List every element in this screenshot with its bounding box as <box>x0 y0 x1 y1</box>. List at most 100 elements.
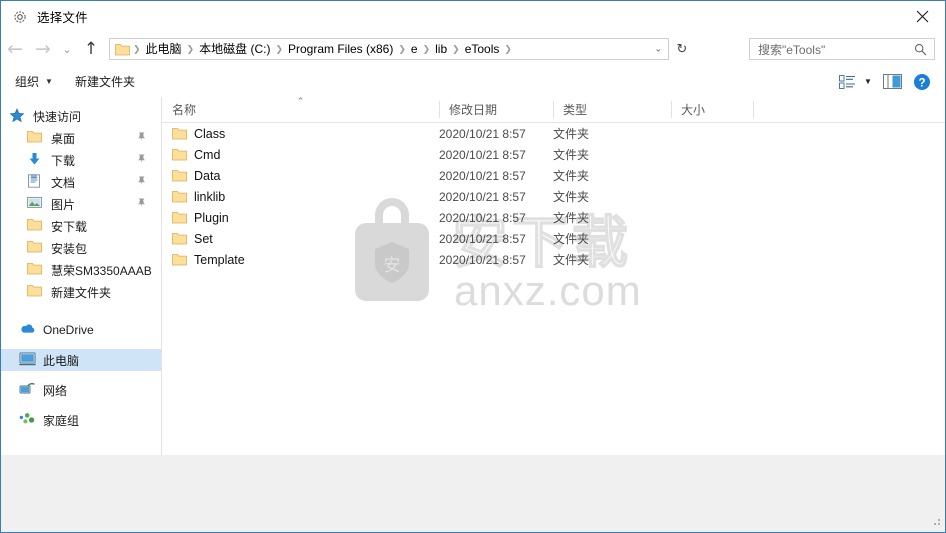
command-toolbar: 组织 ▼ 新建文件夹 ▼ ? <box>1 66 945 97</box>
folder-icon <box>172 211 187 224</box>
sidebar-item-label: 文档 <box>51 175 76 190</box>
file-name-cell: Set <box>172 232 213 246</box>
file-date-cell: 2020/10/21 8:57 <box>439 252 526 267</box>
breadcrumb-item-1[interactable]: 本地磁盘 (C:) <box>195 39 274 59</box>
file-name-label: linklib <box>194 189 226 204</box>
column-header-date[interactable]: 修改日期 <box>439 97 553 122</box>
file-date-cell: 2020/10/21 8:57 <box>439 231 526 246</box>
sidebar-item-pictures[interactable]: 图片 <box>1 193 161 215</box>
table-row[interactable]: Template 2020/10/21 8:57 文件夹 <box>162 249 945 270</box>
new-folder-button[interactable]: 新建文件夹 <box>67 70 143 93</box>
file-type-cell: 文件夹 <box>553 253 590 267</box>
file-list: ⌃ 名称 修改日期 类型 大小 安 安下载 anxz.com Class 202… <box>162 96 945 455</box>
preview-pane-icon[interactable] <box>877 70 907 94</box>
view-options-icon[interactable] <box>835 70 859 94</box>
folder-icon <box>172 253 187 266</box>
sidebar-item-network[interactable]: 网络 <box>1 379 161 401</box>
sidebar-item-downloads[interactable]: 下载 <box>1 149 161 171</box>
table-row[interactable]: Plugin 2020/10/21 8:57 文件夹 <box>162 207 945 228</box>
sidebar-item-this-pc[interactable]: 此电脑 <box>1 349 161 371</box>
file-type-cell: 文件夹 <box>553 232 590 246</box>
column-header-label: 大小 <box>681 103 706 117</box>
address-bar[interactable]: ❯ 此电脑 ❯ 本地磁盘 (C:) ❯ Program Files (x86) … <box>109 38 669 60</box>
new-folder-label: 新建文件夹 <box>74 75 135 89</box>
search-box[interactable]: 搜索"eTools" <box>749 38 935 60</box>
file-name-cell: Class <box>172 127 225 141</box>
table-row[interactable]: linklib 2020/10/21 8:57 文件夹 <box>162 186 945 207</box>
sidebar-item-label: OneDrive <box>43 323 94 337</box>
recent-locations-button[interactable]: ⌄ <box>57 34 77 64</box>
pin-icon[interactable] <box>136 175 147 189</box>
sidebar-item-label: 安装包 <box>51 241 88 256</box>
search-input[interactable]: 搜索"eTools" <box>758 41 825 58</box>
column-header-label: 类型 <box>563 103 588 117</box>
column-header-name[interactable]: ⌃ 名称 <box>162 96 439 122</box>
organize-label: 组织 <box>15 75 40 89</box>
breadcrumb-item-4[interactable]: lib <box>431 39 451 59</box>
sidebar-item-homegroup[interactable]: 家庭组 <box>1 409 161 431</box>
table-row[interactable]: Data 2020/10/21 8:57 文件夹 <box>162 165 945 186</box>
organize-button[interactable]: 组织 ▼ <box>7 70 61 93</box>
toolbar-right-group: ▼ ? <box>835 66 937 97</box>
breadcrumb-separator: ❯ <box>133 43 141 54</box>
breadcrumb-item-0[interactable]: 此电脑 <box>142 39 186 59</box>
close-button[interactable] <box>899 1 945 31</box>
file-name-cell: Cmd <box>172 148 220 162</box>
table-row[interactable]: Set 2020/10/21 8:57 文件夹 <box>162 228 945 249</box>
pin-icon[interactable] <box>136 131 147 145</box>
breadcrumb-item-2[interactable]: Program Files (x86) <box>284 39 397 59</box>
sidebar-group-label: 快速访问 <box>33 109 82 124</box>
chevron-down-icon: ⌄ <box>62 42 72 56</box>
sidebar-item-new-folder[interactable]: 新建文件夹 <box>1 281 161 303</box>
file-type-cell: 文件夹 <box>553 211 590 225</box>
file-name-label: Set <box>194 231 213 246</box>
breadcrumb-separator: ❯ <box>186 43 195 54</box>
breadcrumb-item-5[interactable]: eTools <box>461 39 504 59</box>
sort-ascending-icon: ⌃ <box>296 96 305 106</box>
sidebar-item-label: 慧荣SM3350AAAB <box>51 263 152 278</box>
folder-icon <box>172 232 187 245</box>
column-divider[interactable] <box>753 101 754 118</box>
column-header-type[interactable]: 类型 <box>553 97 671 122</box>
sidebar-group-quick-access[interactable]: 快速访问 <box>1 105 161 127</box>
sidebar-item-label: 桌面 <box>51 131 76 146</box>
view-options-dropdown-icon[interactable]: ▼ <box>859 70 877 94</box>
pin-icon[interactable] <box>136 197 147 211</box>
help-icon[interactable]: ? <box>907 70 937 94</box>
search-icon <box>914 43 927 59</box>
folder-icon <box>27 130 45 146</box>
refresh-button[interactable]: ↻ <box>671 38 693 60</box>
folder-icon <box>115 43 130 56</box>
column-header-label: 名称 <box>172 103 197 117</box>
pin-icon[interactable] <box>136 153 147 167</box>
sidebar-item-onedrive[interactable]: OneDrive <box>1 319 161 341</box>
file-date-cell: 2020/10/21 8:57 <box>439 210 526 225</box>
star-icon <box>9 108 27 124</box>
sidebar-item-desktop[interactable]: 桌面 <box>1 127 161 149</box>
download-icon <box>27 152 45 168</box>
column-header-size[interactable]: 大小 <box>671 97 753 122</box>
sidebar-item-sm3350aaab[interactable]: 慧荣SM3350AAAB <box>1 259 161 281</box>
forward-button[interactable]: → <box>29 34 57 64</box>
address-dropdown-icon[interactable]: ⌄ <box>654 44 662 55</box>
resize-grip[interactable] <box>930 515 942 530</box>
sidebar-item-label: 图片 <box>51 197 76 212</box>
table-row[interactable]: Cmd 2020/10/21 8:57 文件夹 <box>162 144 945 165</box>
gear-icon <box>12 9 28 25</box>
up-button[interactable]: ↑ <box>77 34 105 64</box>
sidebar-item-install-package[interactable]: 安装包 <box>1 237 161 259</box>
sidebar-item-label: 此电脑 <box>43 353 80 368</box>
breadcrumb-item-3[interactable]: e <box>407 39 422 59</box>
file-name-label: Template <box>194 252 245 267</box>
table-row[interactable]: Class 2020/10/21 8:57 文件夹 <box>162 123 945 144</box>
back-button[interactable]: ← <box>1 34 29 64</box>
sidebar-item-documents[interactable]: 文档 <box>1 171 161 193</box>
file-date-cell: 2020/10/21 8:57 <box>439 189 526 204</box>
onedrive-icon <box>19 322 37 338</box>
sidebar-item-anxiazai[interactable]: 安下载 <box>1 215 161 237</box>
computer-icon <box>19 352 37 368</box>
file-type-cell: 文件夹 <box>553 190 590 204</box>
